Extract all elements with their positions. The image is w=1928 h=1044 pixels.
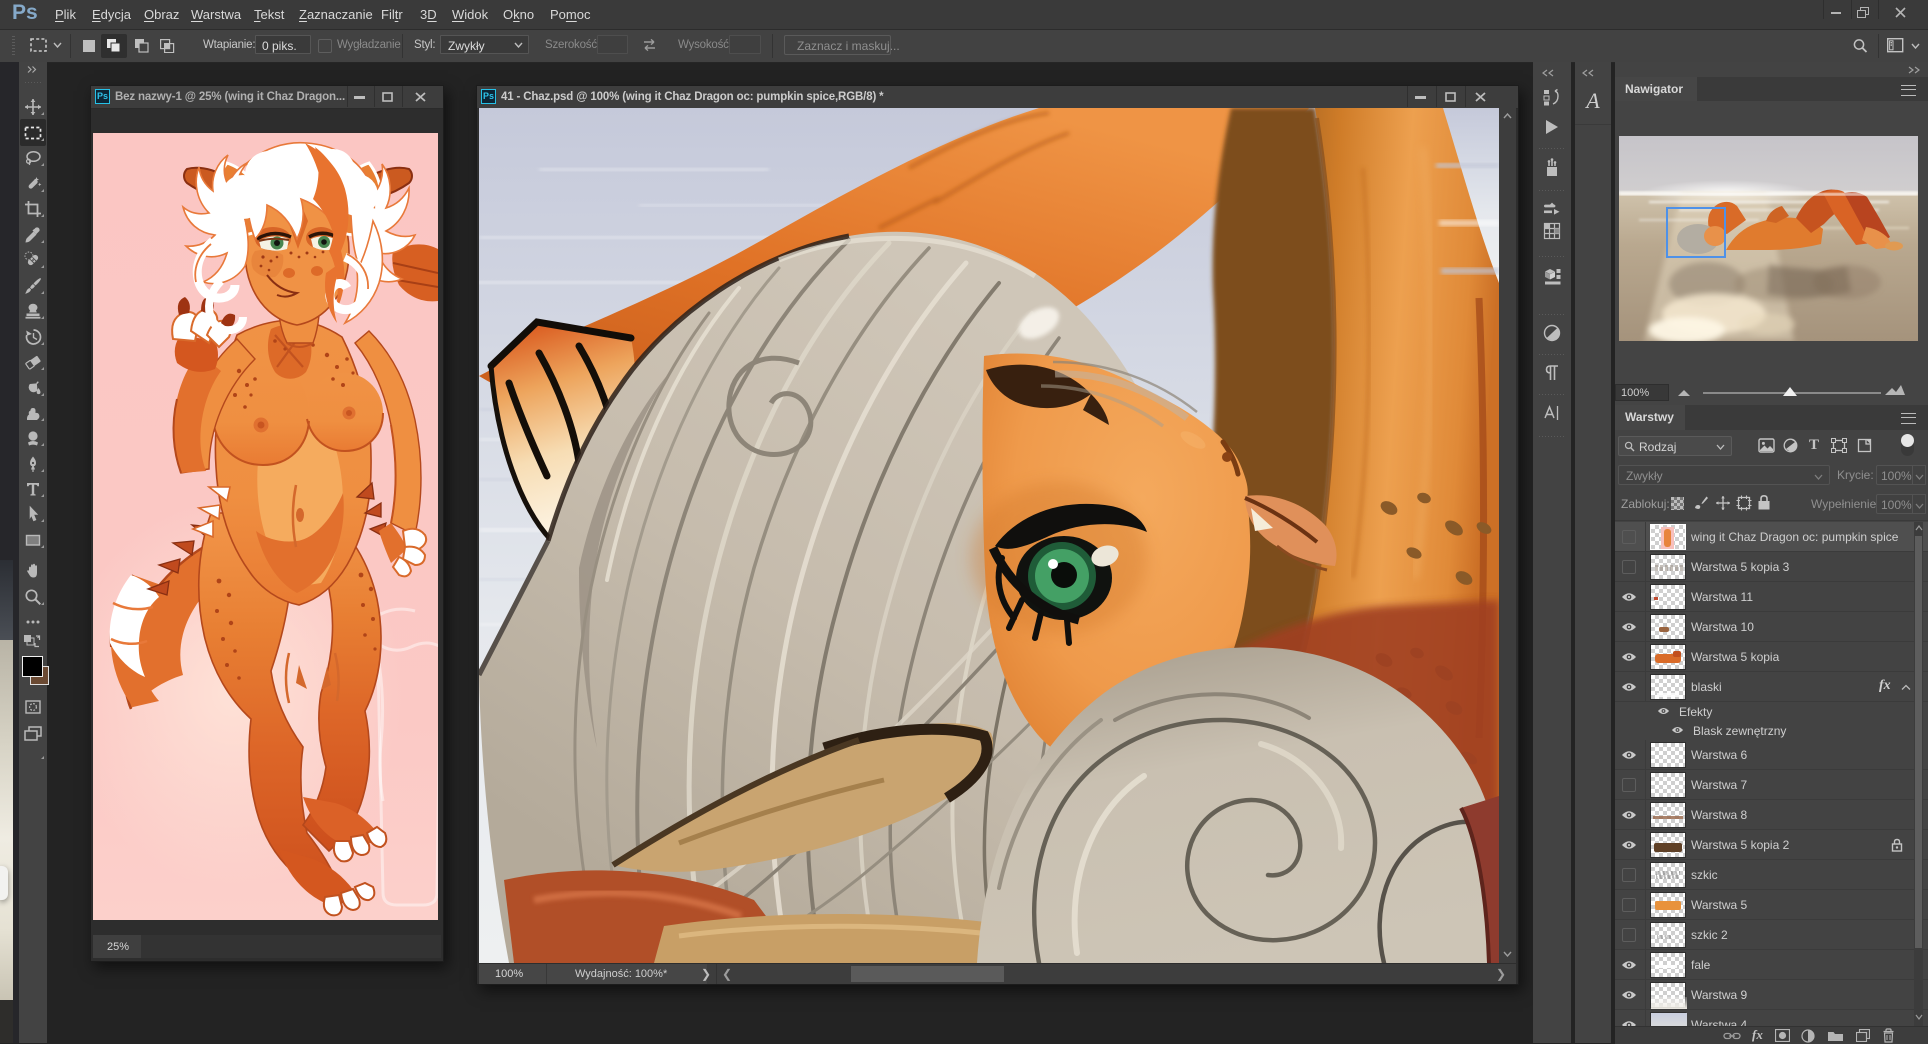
svg-text:A: A [1584,89,1600,113]
